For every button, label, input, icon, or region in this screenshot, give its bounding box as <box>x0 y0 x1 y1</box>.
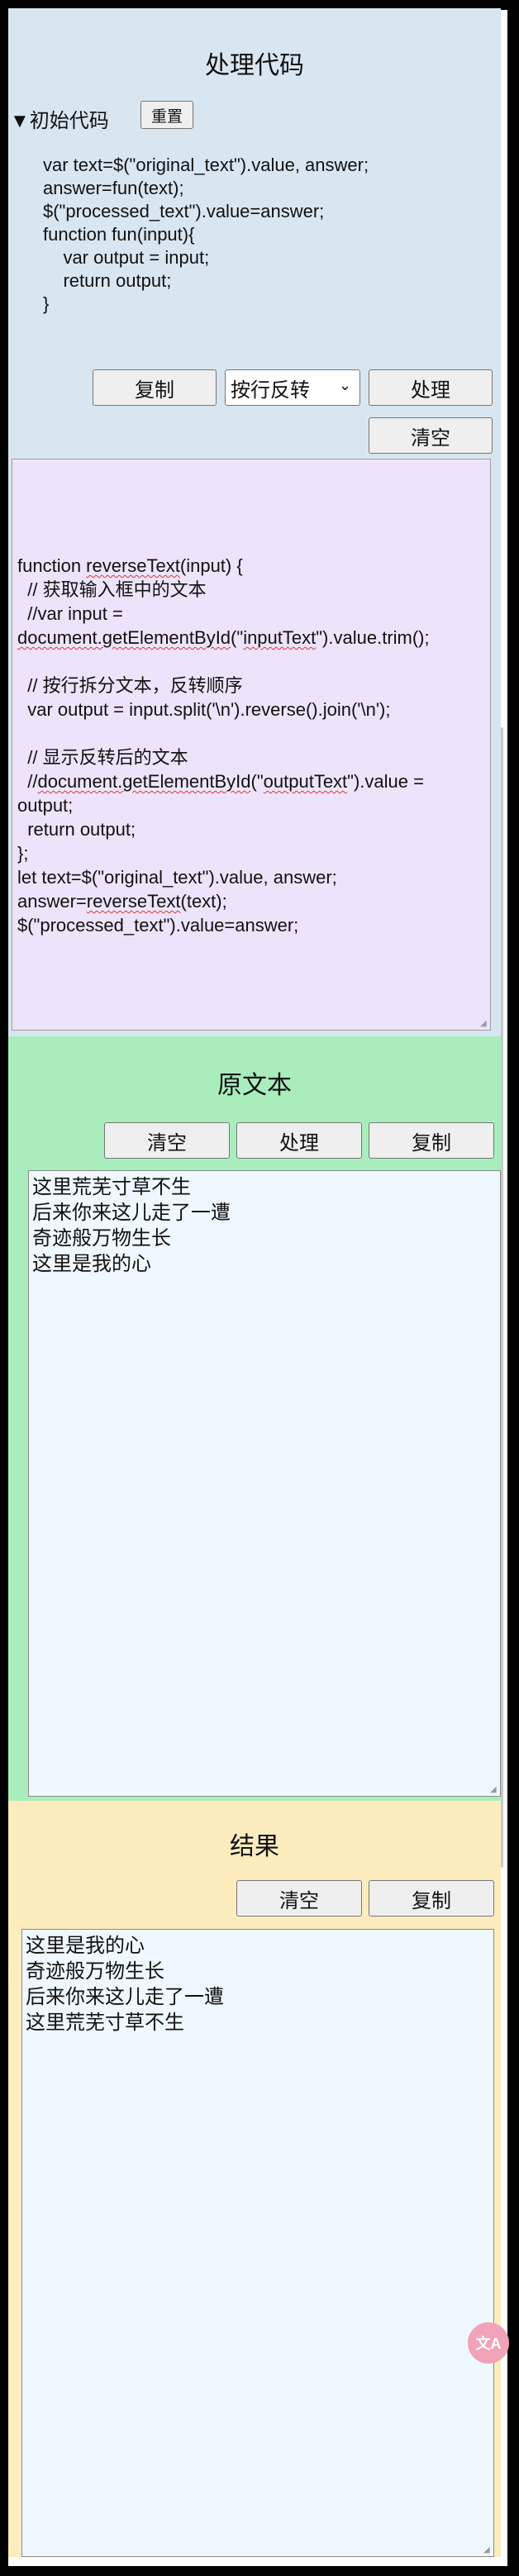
original-title: 原文本 <box>217 1072 292 1099</box>
copy-code-button[interactable]: 复制 <box>93 369 217 406</box>
mode-select-value: 按行反转 <box>231 379 310 402</box>
clear-result-button[interactable]: 清空 <box>236 1880 362 1917</box>
result-title: 结果 <box>230 1833 279 1860</box>
chevron-down-icon: ⌄ <box>338 377 351 393</box>
resize-handle-icon[interactable]: ◢ <box>490 1786 498 1794</box>
resize-handle-icon[interactable]: ◢ <box>480 1020 488 1028</box>
process-code-button[interactable]: 处理 <box>369 369 493 406</box>
code-editor[interactable]: function reverseText(input) { // 获取输入框中的… <box>12 459 491 1031</box>
result-textarea[interactable]: 这里是我的心 奇迹般万物生长 后来你来这儿走了一遭 这里荒芜寸草不生 ◢ <box>21 1929 494 2557</box>
reset-button[interactable]: 重置 <box>140 101 193 129</box>
process-original-button[interactable]: 处理 <box>236 1122 362 1159</box>
original-textarea[interactable]: 这里荒芜寸草不生 后来你来这儿走了一遭 奇迹般万物生长 这里是我的心 ◢ <box>28 1170 501 1797</box>
initial-code-summary[interactable]: ▼初始代码 <box>10 104 109 133</box>
copy-result-button[interactable]: 复制 <box>369 1880 494 1917</box>
result-panel: 结果 清空 复制 这里是我的心 奇迹般万物生长 后来你来这儿走了一遭 这里荒芜寸… <box>8 1801 501 2557</box>
copy-original-button[interactable]: 复制 <box>369 1122 494 1159</box>
processing-title: 处理代码 <box>205 52 304 79</box>
mode-select[interactable]: 按行反转 ⌄ <box>225 369 360 406</box>
initial-code-block: var text=$("original_text").value, answe… <box>43 155 369 314</box>
scrollbar[interactable] <box>501 727 503 1868</box>
clear-original-button[interactable]: 清空 <box>104 1122 230 1159</box>
translate-icon[interactable]: 文A <box>468 2322 509 2364</box>
triangle-down-icon: ▼ <box>10 110 30 132</box>
original-panel: 原文本 清空 处理 复制 这里荒芜寸草不生 后来你来这儿走了一遭 奇迹般万物生长… <box>8 1036 501 1801</box>
resize-handle-icon[interactable]: ◢ <box>483 2546 492 2555</box>
summary-label: 初始代码 <box>29 110 109 132</box>
clear-code-button[interactable]: 清空 <box>369 417 493 454</box>
processing-panel: 处理代码 ▼初始代码 重置 var text=$("original_text"… <box>8 8 501 459</box>
